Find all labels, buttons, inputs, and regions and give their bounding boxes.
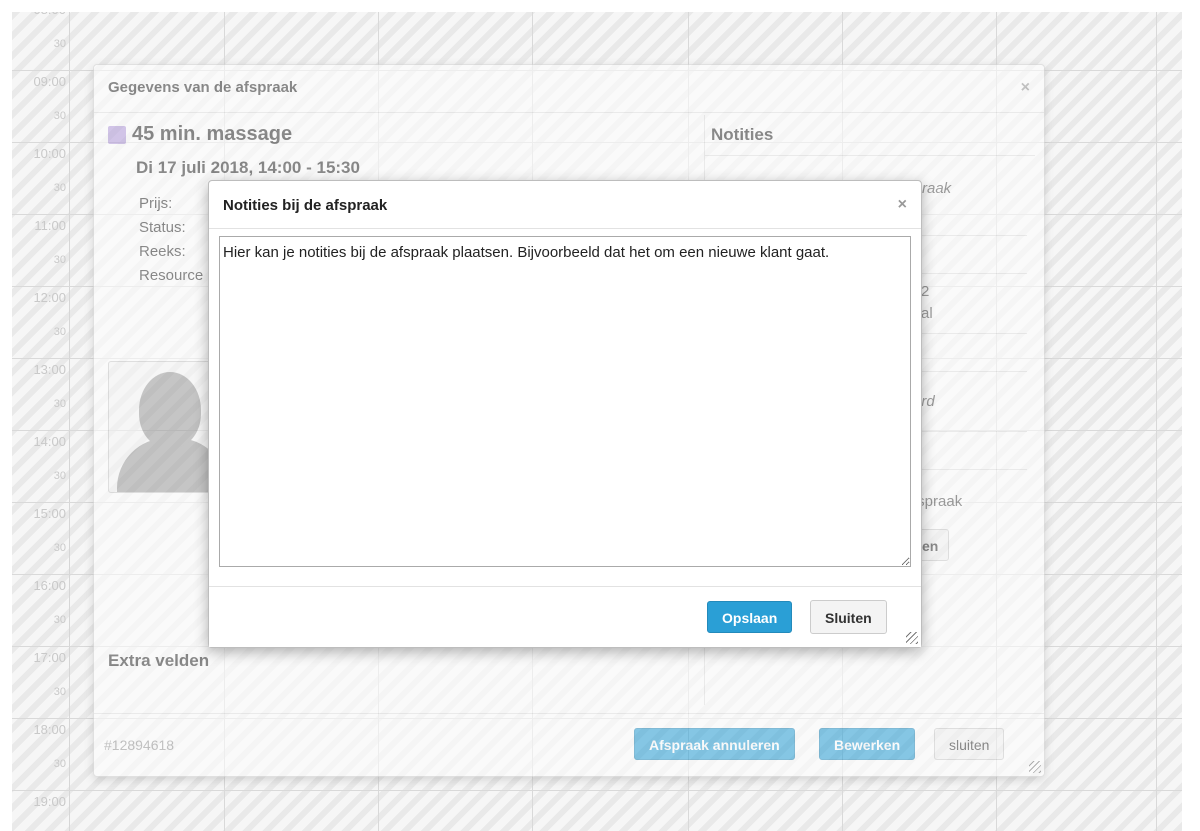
save-button[interactable]: Opslaan: [707, 601, 793, 633]
info-fragment: al: [921, 305, 933, 322]
half-hour-label: 30: [53, 542, 66, 554]
hour-label: 08:00: [12, 12, 69, 17]
half-hour-label: 30: [53, 110, 66, 122]
half-hour-label: 30: [53, 398, 66, 410]
close-button[interactable]: sluiten: [934, 728, 1005, 760]
modal-title: Gegevens van de afspraak: [108, 79, 298, 96]
grid-hour-line: [12, 790, 1182, 791]
modal-footer: Afspraak annuleren Bewerken sluiten: [94, 713, 1044, 776]
hour-label: 17:00: [33, 650, 66, 665]
avatar-head-shape: [139, 372, 201, 448]
half-hour-label: 30: [53, 254, 66, 266]
close-icon[interactable]: ×: [1021, 79, 1030, 97]
grid-day-line: [1156, 12, 1157, 831]
notes-modal: Notities bij de afspraak × Hier kan je n…: [208, 180, 922, 648]
hour-label: 14:00: [33, 434, 66, 449]
half-hour-label: 30: [53, 470, 66, 482]
appointment-title: 45 min. massage: [108, 123, 698, 146]
edit-button[interactable]: Bewerken: [819, 728, 916, 760]
avatar: [108, 361, 220, 493]
appointment-color-swatch: [108, 125, 126, 144]
resize-handle-icon[interactable]: [906, 632, 918, 644]
notes-modal-header: Notities bij de afspraak ×: [209, 181, 921, 229]
half-hour-label: 30: [53, 326, 66, 338]
hour-label: 19:00: [33, 794, 66, 809]
hour-label: 13:00: [33, 362, 66, 377]
time-column: 08:00 30 09:00 30 10:00 30 11:00 30 12:00 30 13:00…: [12, 12, 70, 831]
extra-fields-heading: Extra velden: [108, 651, 210, 670]
half-hour-label: 30: [53, 182, 66, 194]
info-fragment: 2: [921, 283, 930, 300]
hour-label: 15:00: [33, 506, 66, 521]
notes-textarea[interactable]: Hier kan je notities bij de afspraak pla…: [219, 236, 911, 567]
hour-label: 11:00: [34, 218, 66, 233]
half-hour-label: 30: [53, 614, 66, 626]
close-icon[interactable]: ×: [898, 196, 907, 214]
half-hour-label: 30: [53, 758, 66, 770]
hour-label: 09:00: [33, 74, 66, 89]
hour-label: 16:00: [33, 578, 66, 593]
sluiten-button[interactable]: Sluiten: [810, 600, 887, 634]
hour-label: 18:00: [33, 722, 66, 737]
half-hour-label: 30: [53, 686, 66, 698]
notes-modal-title: Notities bij de afspraak: [223, 197, 388, 214]
half-hour-label: 30: [53, 38, 66, 50]
appointment-date: Di 17 juli 2018, 14:00 - 15:30: [136, 158, 360, 177]
notes-heading: Notities: [705, 115, 1035, 156]
hour-label: 10:00: [33, 146, 66, 161]
notes-modal-footer: Opslaan Sluiten: [209, 586, 921, 647]
appointment-title-text: 45 min. massage: [132, 123, 293, 145]
resize-handle-icon[interactable]: [1029, 761, 1041, 773]
cancel-appointment-button[interactable]: Afspraak annuleren: [634, 728, 795, 760]
modal-header: Gegevens van de afspraak ×: [94, 65, 1044, 113]
hour-label: 12:00: [33, 290, 66, 305]
